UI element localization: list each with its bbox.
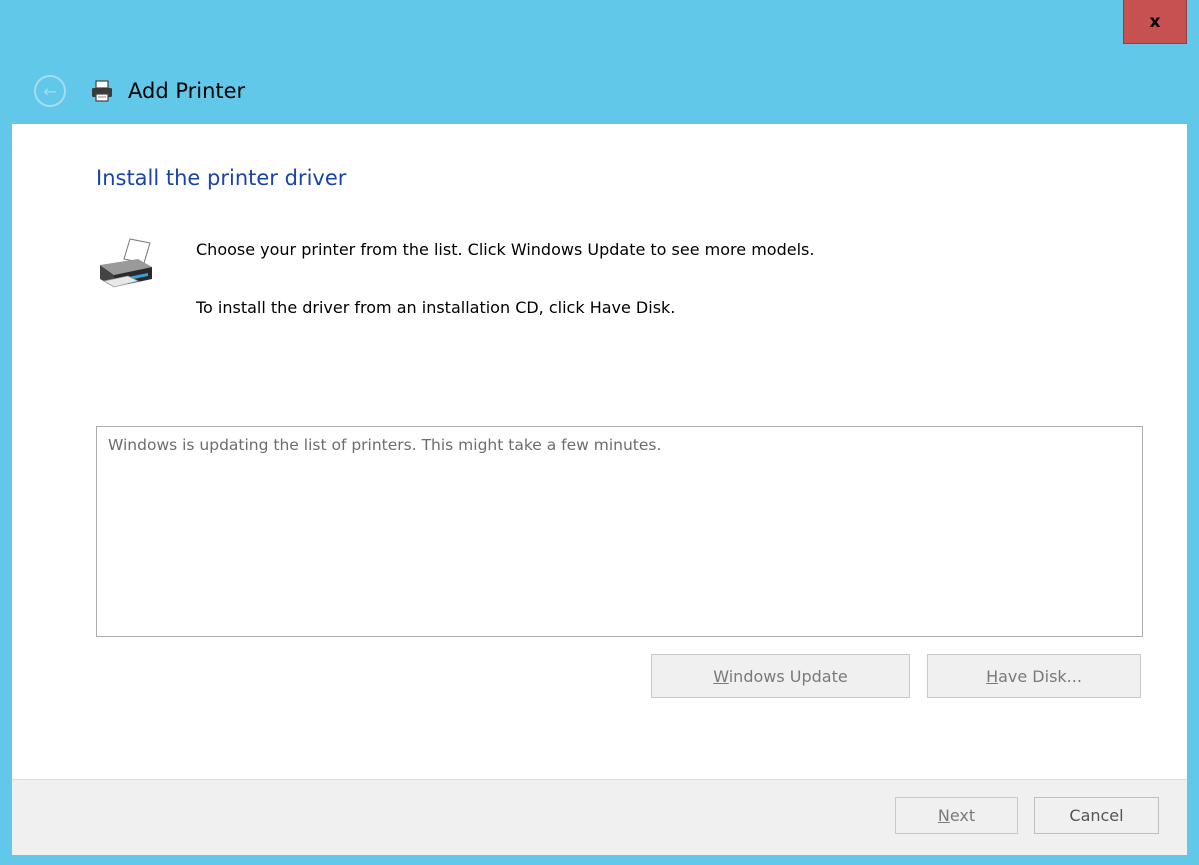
next-mnemonic: N [937,806,950,825]
have-disk-button[interactable]: Have Disk... [927,654,1141,698]
back-button[interactable]: ← [34,75,66,107]
wizard-footer: Next Cancel [12,779,1187,855]
window-title: Add Printer [128,79,246,103]
list-status-text: Windows is updating the list of printers… [108,436,662,454]
cancel-button[interactable]: Cancel [1034,797,1159,834]
printer-icon [100,238,152,288]
close-button[interactable]: x [1123,0,1187,44]
have-disk-label: ave Disk... [998,666,1082,686]
page-title: Install the printer driver [96,166,347,190]
have-disk-mnemonic: H [986,666,999,686]
close-icon: x [1149,11,1161,32]
windows-update-label: indows Update [728,666,848,686]
printer-list[interactable]: Windows is updating the list of printers… [96,426,1143,637]
title-bar: ← Add Printer [34,74,245,108]
next-button[interactable]: Next [895,797,1018,834]
instruction-text-cd: To install the driver from an installati… [196,298,676,317]
printer-icon [92,80,112,102]
windows-update-mnemonic: W [713,666,729,686]
instruction-text: Choose your printer from the list. Click… [196,240,815,259]
windows-update-button[interactable]: Windows Update [651,654,910,698]
add-printer-window: x ← Add Printer Install the printer driv… [0,0,1199,865]
cancel-label: Cancel [1069,806,1124,825]
wizard-content: Install the printer driver Choose your p… [12,124,1187,779]
back-arrow-icon: ← [43,81,57,101]
next-label: ext [949,806,976,825]
